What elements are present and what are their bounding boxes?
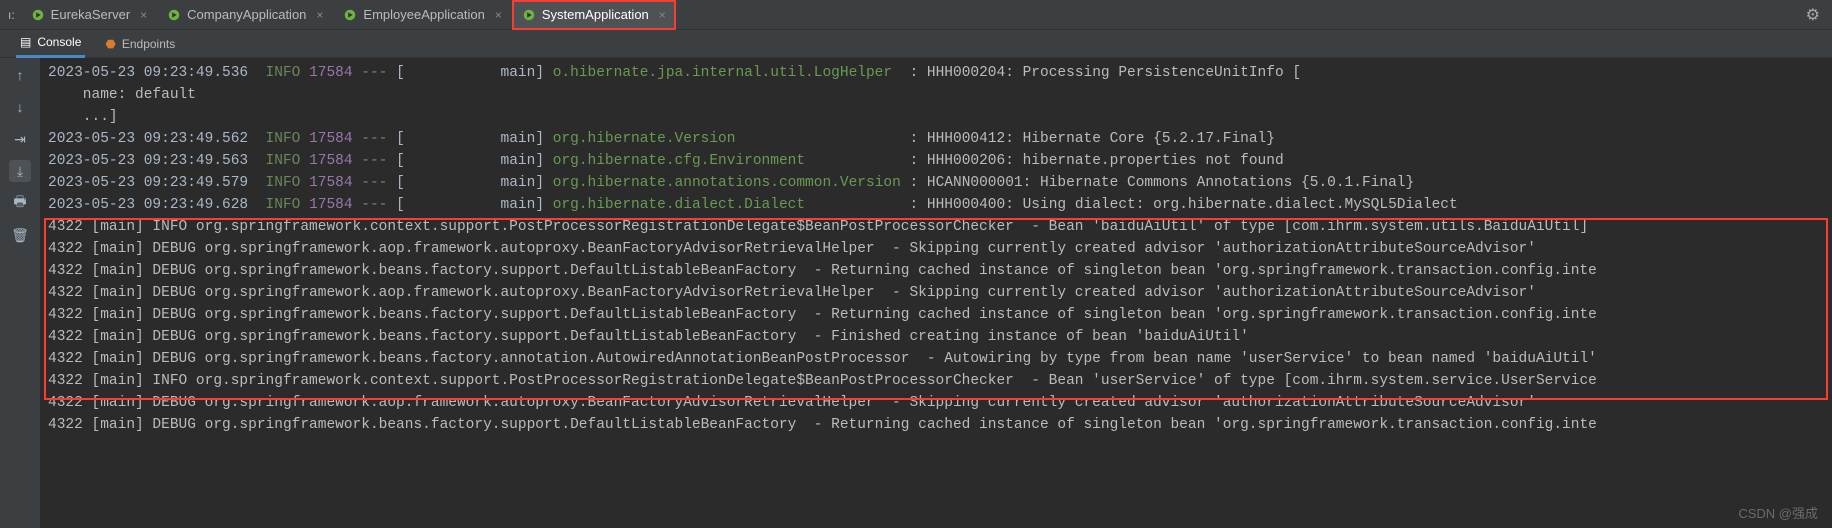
endpoints-tab-label: Endpoints — [122, 37, 175, 51]
spring-run-icon — [522, 8, 536, 22]
log-line: 2023-05-23 09:23:49.562 INFO 17584 --- [… — [48, 128, 1832, 150]
tab-label: CompanyApplication — [187, 7, 306, 22]
console-output[interactable]: 2023-05-23 09:23:49.536 INFO 17584 --- [… — [40, 58, 1832, 528]
tab-systemapplication[interactable]: SystemApplication × — [512, 0, 676, 30]
tab-label: EmployeeApplication — [363, 7, 484, 22]
close-icon[interactable]: × — [140, 8, 147, 22]
log-line: 4322 [main] INFO org.springframework.con… — [48, 216, 1832, 238]
console-tab[interactable]: ▤ Console — [16, 30, 85, 58]
log-line: name: default — [48, 84, 1832, 106]
arrow-down-icon[interactable]: ↓ — [9, 96, 31, 118]
tab-label: SystemApplication — [542, 7, 649, 22]
tab-companyapplication[interactable]: CompanyApplication × — [157, 0, 333, 30]
log-line: 4322 [main] DEBUG org.springframework.be… — [48, 326, 1832, 348]
log-line: 2023-05-23 09:23:49.563 INFO 17584 --- [… — [48, 150, 1832, 172]
log-line: ...] — [48, 106, 1832, 128]
close-icon[interactable]: × — [495, 8, 502, 22]
endpoints-tab[interactable]: ⬣ Endpoints — [101, 30, 179, 58]
log-line: 4322 [main] DEBUG org.springframework.ao… — [48, 282, 1832, 304]
console-gutter: ↑ ↓ ⇥ ⤓ 🖶 🗑 — [0, 58, 40, 528]
log-line: 4322 [main] DEBUG org.springframework.ao… — [48, 392, 1832, 414]
spring-run-icon — [343, 8, 357, 22]
run-label: ı: — [8, 8, 15, 22]
tab-employeeapplication[interactable]: EmployeeApplication × — [333, 0, 511, 30]
console-icon: ▤ — [20, 35, 31, 49]
content-row: ↑ ↓ ⇥ ⤓ 🖶 🗑 2023-05-23 09:23:49.536 INFO… — [0, 58, 1832, 528]
log-line: 4322 [main] DEBUG org.springframework.be… — [48, 348, 1832, 370]
tab-eurekaserver[interactable]: EurekaServer × — [21, 0, 158, 30]
trash-icon[interactable]: 🗑 — [9, 224, 31, 246]
log-line: 2023-05-23 09:23:49.628 INFO 17584 --- [… — [48, 194, 1832, 216]
scroll-to-end-icon[interactable]: ⤓ — [9, 160, 31, 182]
spring-run-icon — [167, 8, 181, 22]
gear-icon[interactable]: ⚙ — [1806, 5, 1820, 25]
log-line: 4322 [main] INFO org.springframework.con… — [48, 370, 1832, 392]
console-tab-label: Console — [37, 35, 81, 49]
close-icon[interactable]: × — [659, 8, 666, 22]
log-line: 2023-05-23 09:23:49.536 INFO 17584 --- [… — [48, 62, 1832, 84]
tool-tab-bar: ▤ Console ⬣ Endpoints — [0, 30, 1832, 58]
tab-label: EurekaServer — [51, 7, 130, 22]
spring-run-icon — [31, 8, 45, 22]
endpoints-icon: ⬣ — [105, 37, 115, 51]
soft-wrap-icon[interactable]: ⇥ — [9, 128, 31, 150]
log-line: 4322 [main] DEBUG org.springframework.be… — [48, 260, 1832, 282]
log-line: 2023-05-23 09:23:49.579 INFO 17584 --- [… — [48, 172, 1832, 194]
log-line: 4322 [main] DEBUG org.springframework.be… — [48, 304, 1832, 326]
log-line: 4322 [main] DEBUG org.springframework.ao… — [48, 238, 1832, 260]
run-tab-bar: ı: EurekaServer × CompanyApplication × E… — [0, 0, 1832, 30]
print-icon[interactable]: 🖶 — [9, 192, 31, 214]
close-icon[interactable]: × — [316, 8, 323, 22]
log-line: 4322 [main] DEBUG org.springframework.be… — [48, 414, 1832, 436]
arrow-up-icon[interactable]: ↑ — [9, 64, 31, 86]
